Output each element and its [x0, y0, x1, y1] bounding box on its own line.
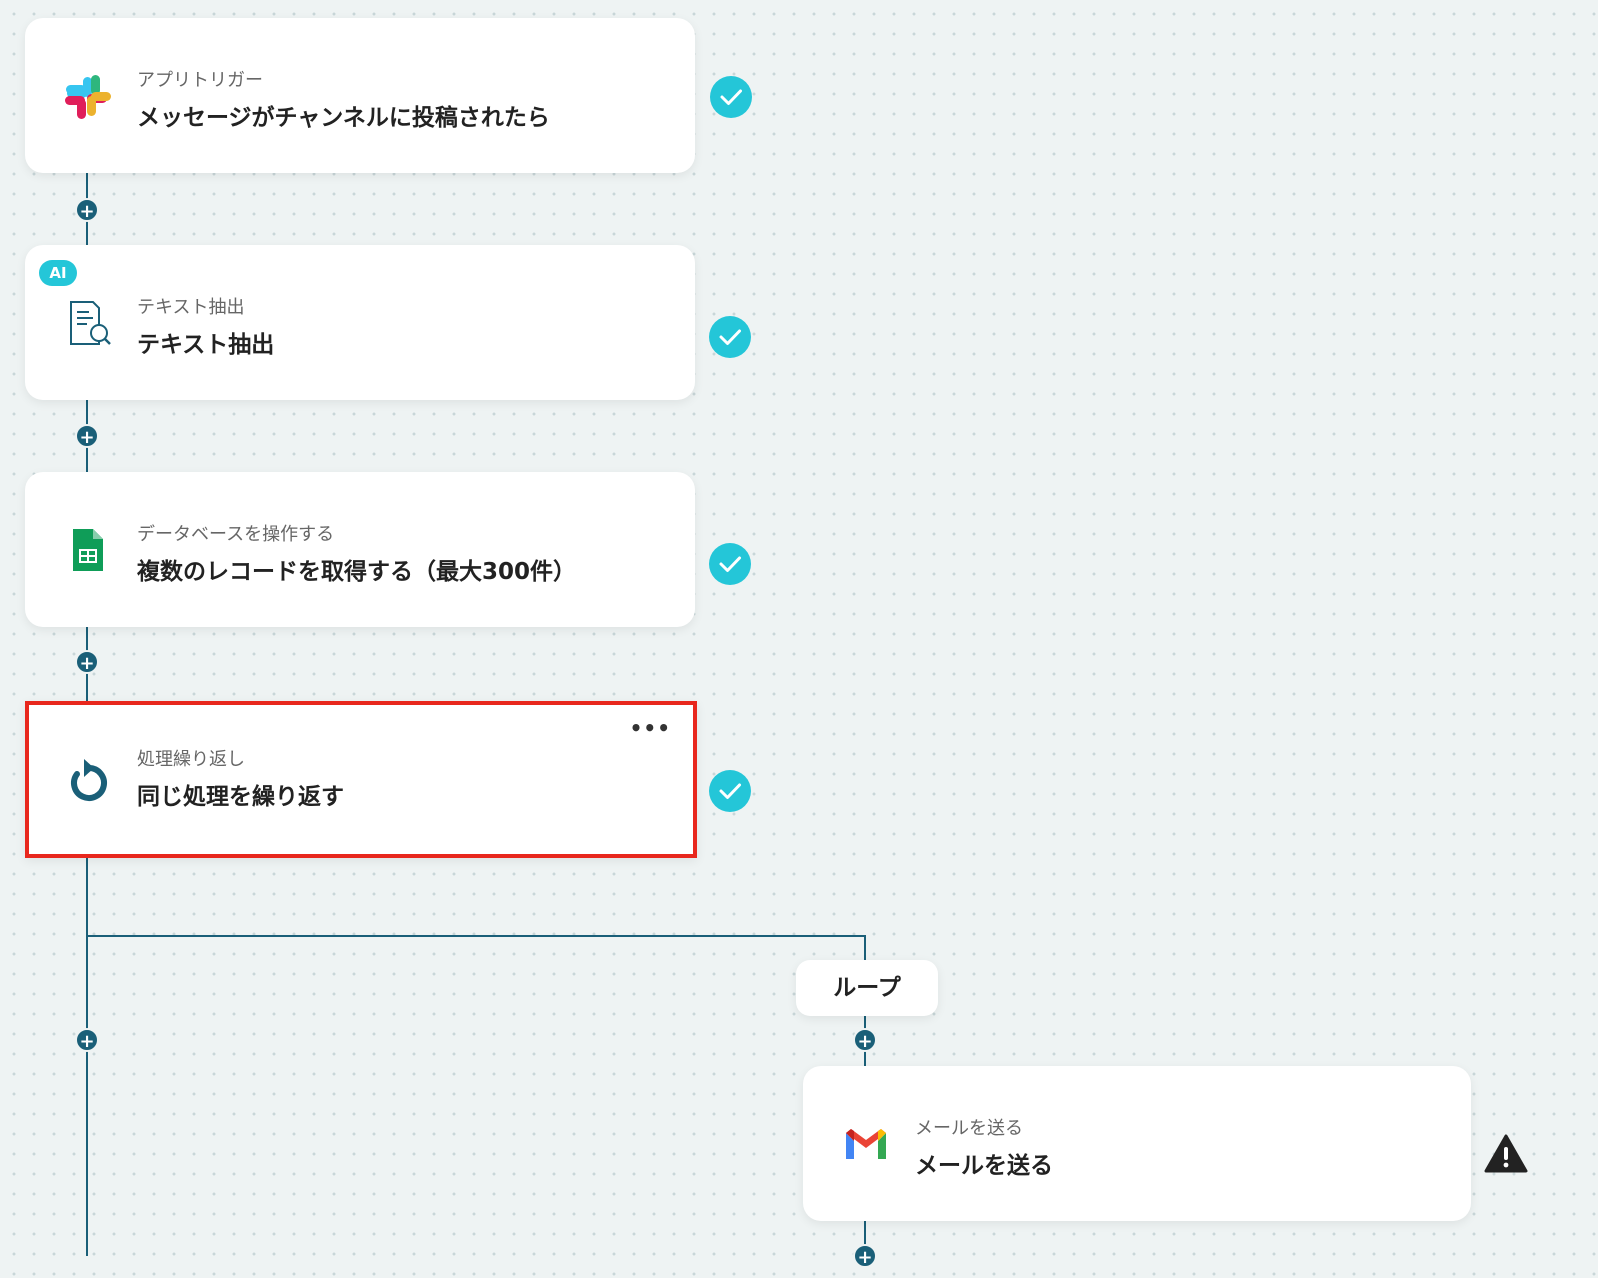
step-title: 同じ処理を繰り返す	[137, 784, 344, 810]
step-title: メッセージがチャンネルに投稿されたら	[137, 105, 550, 131]
warning-icon	[1484, 1134, 1528, 1174]
loop-label[interactable]: ループ	[796, 960, 938, 1016]
flow-canvas: + + + + + + アプリトリガー メッセージがチャンネルに投稿されたら A…	[0, 0, 1598, 1278]
repeat-icon	[63, 755, 113, 805]
step-card-text-extraction[interactable]: AI テキスト抽出 テキスト抽出	[25, 245, 695, 400]
step-subtitle: メールを送る	[915, 1118, 1023, 1139]
check-icon	[709, 543, 751, 585]
step-subtitle: 処理繰り返し	[137, 749, 245, 770]
more-options-button[interactable]: •••	[630, 718, 671, 738]
step-subtitle: テキスト抽出	[137, 297, 245, 318]
step-card-repeat[interactable]: ••• 処理繰り返し 同じ処理を繰り返す	[25, 701, 697, 858]
slack-icon	[63, 71, 113, 121]
check-icon	[709, 316, 751, 358]
step-subtitle: データベースを操作する	[137, 524, 335, 545]
step-title: 複数のレコードを取得する（最大300件）	[137, 559, 577, 585]
add-step-button[interactable]: +	[75, 1028, 99, 1052]
step-card-database[interactable]: データベースを操作する 複数のレコードを取得する（最大300件）	[25, 472, 695, 627]
step-card-app-trigger[interactable]: アプリトリガー メッセージがチャンネルに投稿されたら	[25, 18, 695, 173]
google-sheets-icon	[63, 525, 113, 575]
add-step-button[interactable]: +	[75, 198, 99, 222]
check-icon	[710, 76, 752, 118]
add-step-button[interactable]: +	[75, 650, 99, 674]
step-title: テキスト抽出	[137, 332, 275, 358]
add-step-button[interactable]: +	[853, 1028, 877, 1052]
add-step-button[interactable]: +	[853, 1244, 877, 1268]
check-icon	[709, 770, 751, 812]
ai-badge: AI	[39, 260, 77, 286]
document-search-icon	[63, 298, 113, 348]
step-subtitle: アプリトリガー	[137, 70, 263, 91]
gmail-icon	[841, 1119, 891, 1169]
step-card-send-mail[interactable]: メールを送る メールを送る	[803, 1066, 1471, 1221]
step-title: メールを送る	[915, 1153, 1053, 1179]
loop-branch-line	[86, 935, 866, 937]
add-step-button[interactable]: +	[75, 424, 99, 448]
